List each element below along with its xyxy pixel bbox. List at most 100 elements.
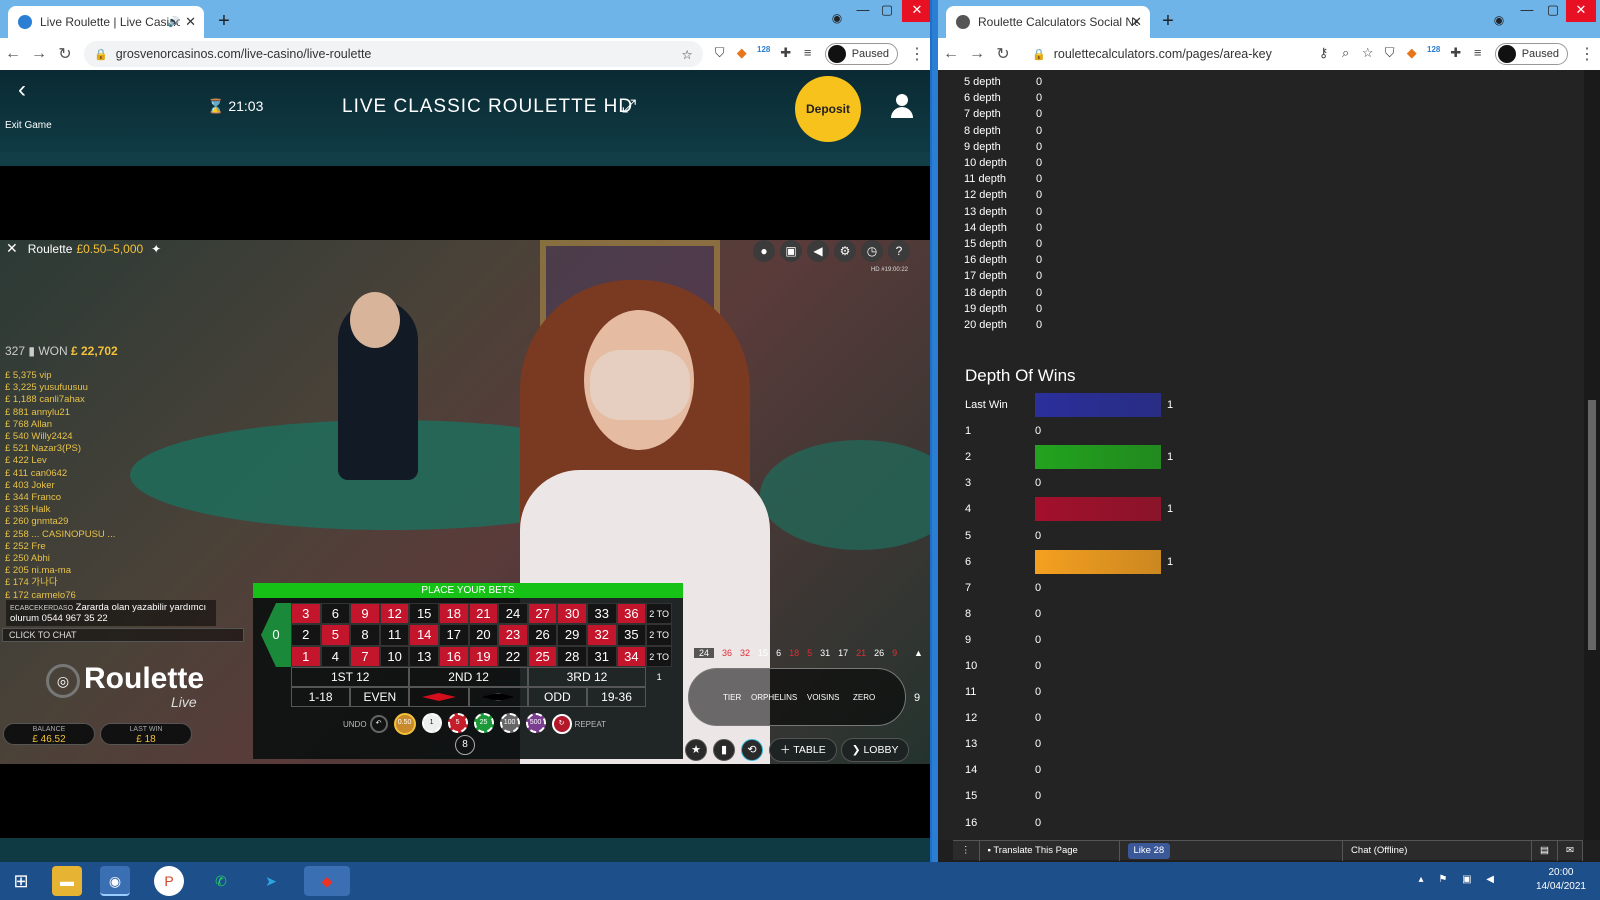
chip-25[interactable]: 25 xyxy=(473,713,494,733)
bet-number[interactable]: 22 xyxy=(498,645,528,668)
metamask-icon[interactable]: ◆ xyxy=(1401,45,1423,63)
profile-paused-button[interactable]: Paused xyxy=(824,43,898,65)
bet-outside[interactable]: ODD xyxy=(527,687,587,707)
chip-100[interactable]: 100 xyxy=(499,713,520,733)
bet-number[interactable]: 13 xyxy=(409,645,439,668)
bet-column[interactable]: 2 TO 1 xyxy=(646,603,673,639)
media-icon[interactable]: ≡ xyxy=(1467,45,1489,63)
chat-offline-button[interactable]: Chat (Offline) xyxy=(1342,840,1533,861)
close-game-icon[interactable]: ✕ xyxy=(6,240,18,257)
user-account-icon[interactable] xyxy=(890,94,914,118)
profile-paused-button[interactable]: Paused xyxy=(1494,43,1568,65)
bet-number[interactable]: 9 xyxy=(350,603,380,625)
tab-roulette-calculators[interactable]: Roulette Calculators Social Netw ✕ xyxy=(946,6,1150,38)
bet-number[interactable]: 19 xyxy=(468,645,499,668)
forward-icon[interactable]: → xyxy=(964,45,990,63)
bet-outside[interactable]: EVEN xyxy=(350,687,410,707)
bet-number[interactable]: 6 xyxy=(320,603,351,625)
bet-number[interactable]: 12 xyxy=(379,603,410,625)
shield-extension-icon[interactable]: ⛉ xyxy=(709,45,731,63)
bet-number[interactable]: 27 xyxy=(527,603,558,625)
chat-icon[interactable]: ● xyxy=(753,240,775,262)
windows-start-icon[interactable]: ⊞ xyxy=(6,866,36,896)
extension-badge-icon[interactable]: 128 xyxy=(1423,45,1445,63)
puzzle-icon[interactable]: ✚ xyxy=(775,45,797,63)
media-icon[interactable]: ≡ xyxy=(797,45,819,63)
racetrack-section[interactable]: TIER xyxy=(723,693,741,702)
video-icon[interactable]: ▣ xyxy=(780,240,802,262)
chip-0.50[interactable]: 0.50 xyxy=(393,713,416,735)
bet-number[interactable]: 7 xyxy=(350,645,380,668)
bet-number[interactable]: 24 xyxy=(498,603,528,625)
back-icon[interactable]: ← xyxy=(0,45,26,63)
reload-icon[interactable]: ↻ xyxy=(52,44,78,64)
fullscreen-icon[interactable]: ⤢ xyxy=(622,96,636,117)
bet-number[interactable]: 17 xyxy=(438,624,469,646)
racetrack[interactable]: TIER ORPHELINS VOISINS ZERO xyxy=(688,668,906,726)
bet-number[interactable]: 15 xyxy=(409,603,439,625)
whatsapp-icon[interactable]: ✆ xyxy=(206,866,236,896)
bet-outside[interactable]: 1-18 xyxy=(291,687,351,707)
maximize-button[interactable]: ▢ xyxy=(872,0,902,22)
reload-icon[interactable]: ↻ xyxy=(990,44,1016,64)
volume-icon[interactable]: ◀ xyxy=(807,240,829,262)
back-arrow-icon[interactable]: ‹ xyxy=(18,76,26,104)
close-window-button[interactable]: ✕ xyxy=(902,0,930,22)
maximize-button[interactable]: ▢ xyxy=(1538,0,1568,22)
chip-1[interactable]: 1 xyxy=(421,713,442,733)
bet-number[interactable]: 36 xyxy=(616,603,647,625)
bet-number[interactable]: 33 xyxy=(586,603,617,625)
help-icon[interactable]: ? xyxy=(888,240,910,262)
system-clock[interactable]: 20:00 14/04/2021 xyxy=(1536,866,1586,894)
close-tab-icon[interactable]: ✕ xyxy=(1131,14,1142,30)
bet-outside[interactable]: 19-36 xyxy=(586,687,647,707)
tab-live-roulette[interactable]: Live Roulette | Live Casino | G 🔊 ✕ xyxy=(8,6,204,38)
chrome-icon[interactable]: ◉ xyxy=(100,866,130,896)
bet-dozen[interactable]: 3RD 12 xyxy=(527,667,647,687)
bet-number[interactable]: 32 xyxy=(586,624,617,646)
bet-number[interactable]: 30 xyxy=(557,603,587,625)
shield-extension-icon[interactable]: ⛉ xyxy=(1379,45,1401,63)
bet-number[interactable]: 18 xyxy=(438,603,469,625)
bet-number[interactable]: 35 xyxy=(616,624,647,646)
new-tab-button[interactable]: + xyxy=(1156,10,1180,34)
scrollbar-thumb[interactable] xyxy=(1588,400,1596,650)
bet-number[interactable]: 26 xyxy=(527,624,558,646)
bet-number[interactable]: 1 xyxy=(291,645,321,668)
close-window-button[interactable]: ✕ xyxy=(1566,0,1596,22)
chat-bubble-icon[interactable]: ▤ xyxy=(1532,840,1559,861)
bet-column[interactable]: 2 TO 1 xyxy=(646,624,673,660)
bet-black[interactable] xyxy=(468,687,528,707)
chip-500[interactable]: 500 xyxy=(525,713,546,733)
star-icon[interactable]: ☆ xyxy=(681,47,692,62)
bet-zero[interactable]: 0 xyxy=(261,603,291,667)
bet-number[interactable]: 3 xyxy=(291,603,321,625)
speaker-icon[interactable]: 🔊 xyxy=(168,17,180,28)
close-tab-icon[interactable]: ✕ xyxy=(185,14,196,30)
bet-number[interactable]: 8 xyxy=(350,624,380,646)
bet-number[interactable]: 31 xyxy=(586,645,617,668)
bet-column[interactable]: 2 TO 1 xyxy=(646,645,673,682)
new-tab-button[interactable]: + xyxy=(212,10,236,34)
tab-search-icon[interactable]: ◉ xyxy=(1484,10,1514,32)
forward-icon[interactable]: → xyxy=(26,45,52,63)
powerpoint-icon[interactable]: P xyxy=(154,866,184,896)
bet-number[interactable]: 11 xyxy=(379,624,410,646)
bet-number[interactable]: 14 xyxy=(409,624,439,646)
bet-number[interactable]: 5 xyxy=(320,624,351,646)
translate-button[interactable]: ▪ Translate This Page xyxy=(980,840,1120,861)
bet-number[interactable]: 20 xyxy=(468,624,499,646)
racetrack-section[interactable]: ORPHELINS xyxy=(751,693,797,702)
bet-red[interactable] xyxy=(409,687,469,707)
scrollbar[interactable] xyxy=(1584,70,1600,840)
racetrack-section[interactable]: VOISINS xyxy=(807,693,839,702)
back-icon[interactable]: ← xyxy=(938,45,964,63)
bet-dozen[interactable]: 2ND 12 xyxy=(409,667,528,687)
extension-badge-icon[interactable]: 128 xyxy=(753,45,775,63)
bet-number[interactable]: 34 xyxy=(616,645,647,668)
bet-number[interactable]: 28 xyxy=(557,645,587,668)
table-button[interactable]: ＋ TABLE xyxy=(769,738,837,762)
lobby-button[interactable]: ❯ LOBBY xyxy=(840,738,910,762)
file-explorer-icon[interactable]: ▬ xyxy=(52,866,82,896)
metamask-icon[interactable]: ◆ xyxy=(731,45,753,63)
